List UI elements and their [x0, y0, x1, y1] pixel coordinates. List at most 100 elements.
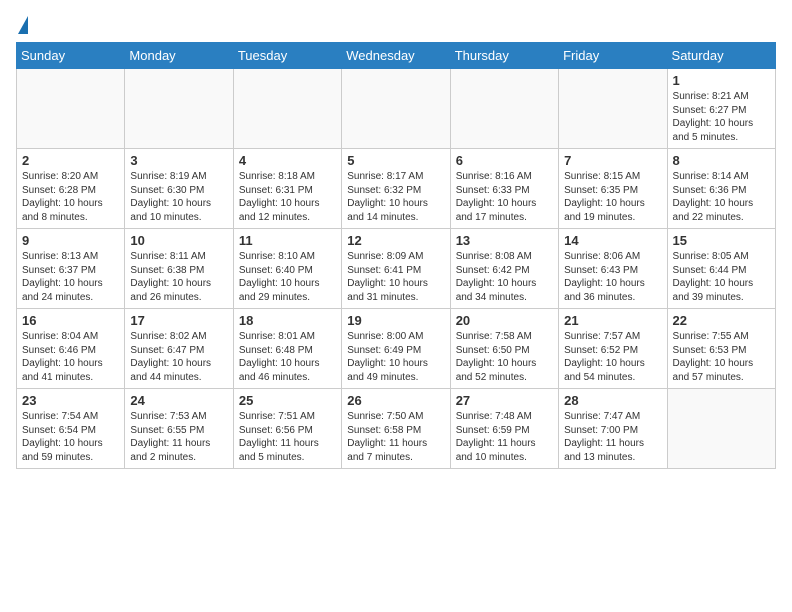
day-info: Sunrise: 8:19 AM Sunset: 6:30 PM Dayligh…: [130, 170, 227, 224]
calendar-day-cell: 11 Sunrise: 8:10 AM Sunset: 6:40 PM Dayli…: [233, 229, 341, 309]
calendar-day-cell: [342, 69, 450, 149]
day-info: Sunrise: 7:47 AM Sunset: 7:00 PM Dayligh…: [564, 410, 661, 464]
day-info: Sunrise: 8:10 AM Sunset: 6:40 PM Dayligh…: [239, 250, 336, 304]
calendar-week-row: 2 Sunrise: 8:20 AM Sunset: 6:28 PM Daylig…: [17, 149, 776, 229]
calendar-day-cell: [17, 69, 125, 149]
day-number: 6: [456, 153, 553, 168]
calendar-day-cell: 6 Sunrise: 8:16 AM Sunset: 6:33 PM Daylig…: [450, 149, 558, 229]
day-number: 14: [564, 233, 661, 248]
day-number: 18: [239, 313, 336, 328]
calendar-day-cell: 9Sunrise: 8:13 AM Sunset: 6:37 PM Daylig…: [17, 229, 125, 309]
day-info: Sunrise: 8:04 AM Sunset: 6:46 PM Dayligh…: [22, 330, 119, 384]
calendar-day-cell: 23 Sunrise: 7:54 AM Sunset: 6:54 PM Dayli…: [17, 389, 125, 469]
calendar-week-row: 23 Sunrise: 7:54 AM Sunset: 6:54 PM Dayli…: [17, 389, 776, 469]
day-info: Sunrise: 8:05 AM Sunset: 6:44 PM Dayligh…: [673, 250, 770, 304]
day-number: 13: [456, 233, 553, 248]
calendar-day-cell: 21 Sunrise: 7:57 AM Sunset: 6:52 PM Dayli…: [559, 309, 667, 389]
day-info: Sunrise: 7:48 AM Sunset: 6:59 PM Dayligh…: [456, 410, 553, 464]
calendar-day-cell: 27 Sunrise: 7:48 AM Sunset: 6:59 PM Dayli…: [450, 389, 558, 469]
day-number: 16: [22, 313, 119, 328]
day-number: 11: [239, 233, 336, 248]
calendar-day-cell: 3 Sunrise: 8:19 AM Sunset: 6:30 PM Daylig…: [125, 149, 233, 229]
day-number: 25: [239, 393, 336, 408]
day-number: 2: [22, 153, 119, 168]
day-number: 5: [347, 153, 444, 168]
calendar-week-row: 1 Sunrise: 8:21 AM Sunset: 6:27 PM Daylig…: [17, 69, 776, 149]
day-info: Sunrise: 7:54 AM Sunset: 6:54 PM Dayligh…: [22, 410, 119, 464]
calendar-day-cell: 4 Sunrise: 8:18 AM Sunset: 6:31 PM Daylig…: [233, 149, 341, 229]
calendar-day-cell: 24Sunrise: 7:53 AM Sunset: 6:55 PM Dayli…: [125, 389, 233, 469]
day-number: 20: [456, 313, 553, 328]
day-info: Sunrise: 8:15 AM Sunset: 6:35 PM Dayligh…: [564, 170, 661, 224]
day-info: Sunrise: 8:20 AM Sunset: 6:28 PM Dayligh…: [22, 170, 119, 224]
day-info: Sunrise: 8:21 AM Sunset: 6:27 PM Dayligh…: [673, 90, 770, 144]
day-number: 12: [347, 233, 444, 248]
day-info: Sunrise: 8:09 AM Sunset: 6:41 PM Dayligh…: [347, 250, 444, 304]
day-info: Sunrise: 8:16 AM Sunset: 6:33 PM Dayligh…: [456, 170, 553, 224]
calendar-day-cell: 10 Sunrise: 8:11 AM Sunset: 6:38 PM Dayli…: [125, 229, 233, 309]
day-info: Sunrise: 8:18 AM Sunset: 6:31 PM Dayligh…: [239, 170, 336, 224]
day-number: 28: [564, 393, 661, 408]
calendar-day-cell: [450, 69, 558, 149]
day-info: Sunrise: 7:53 AM Sunset: 6:55 PM Dayligh…: [130, 410, 227, 464]
calendar-day-header: Tuesday: [233, 43, 341, 69]
day-info: Sunrise: 7:55 AM Sunset: 6:53 PM Dayligh…: [673, 330, 770, 384]
day-number: 22: [673, 313, 770, 328]
day-number: 9: [22, 233, 119, 248]
calendar-day-header: Saturday: [667, 43, 775, 69]
calendar-day-header: Wednesday: [342, 43, 450, 69]
day-number: 27: [456, 393, 553, 408]
calendar-table: SundayMondayTuesdayWednesdayThursdayFrid…: [16, 42, 776, 469]
day-info: Sunrise: 7:58 AM Sunset: 6:50 PM Dayligh…: [456, 330, 553, 384]
day-info: Sunrise: 8:11 AM Sunset: 6:38 PM Dayligh…: [130, 250, 227, 304]
page-header: [16, 16, 776, 36]
day-number: 8: [673, 153, 770, 168]
calendar-day-cell: 7 Sunrise: 8:15 AM Sunset: 6:35 PM Daylig…: [559, 149, 667, 229]
day-number: 21: [564, 313, 661, 328]
calendar-day-cell: 1 Sunrise: 8:21 AM Sunset: 6:27 PM Daylig…: [667, 69, 775, 149]
calendar-day-cell: 26 Sunrise: 7:50 AM Sunset: 6:58 PM Dayli…: [342, 389, 450, 469]
calendar-day-cell: 19Sunrise: 8:00 AM Sunset: 6:49 PM Dayli…: [342, 309, 450, 389]
calendar-day-cell: [233, 69, 341, 149]
calendar-day-header: Monday: [125, 43, 233, 69]
calendar-day-cell: 2 Sunrise: 8:20 AM Sunset: 6:28 PM Daylig…: [17, 149, 125, 229]
day-info: Sunrise: 7:51 AM Sunset: 6:56 PM Dayligh…: [239, 410, 336, 464]
calendar-day-cell: [667, 389, 775, 469]
calendar-day-cell: 17Sunrise: 8:02 AM Sunset: 6:47 PM Dayli…: [125, 309, 233, 389]
calendar-day-cell: [125, 69, 233, 149]
calendar-day-cell: 15 Sunrise: 8:05 AM Sunset: 6:44 PM Dayli…: [667, 229, 775, 309]
calendar-day-cell: [559, 69, 667, 149]
calendar-day-cell: 28 Sunrise: 7:47 AM Sunset: 7:00 PM Dayli…: [559, 389, 667, 469]
calendar-week-row: 16 Sunrise: 8:04 AM Sunset: 6:46 PM Dayli…: [17, 309, 776, 389]
calendar-day-header: Thursday: [450, 43, 558, 69]
day-number: 1: [673, 73, 770, 88]
calendar-day-cell: 22 Sunrise: 7:55 AM Sunset: 6:53 PM Dayli…: [667, 309, 775, 389]
calendar-day-cell: 8Sunrise: 8:14 AM Sunset: 6:36 PM Daylig…: [667, 149, 775, 229]
logo: [16, 16, 28, 36]
day-info: Sunrise: 8:02 AM Sunset: 6:47 PM Dayligh…: [130, 330, 227, 384]
calendar-day-cell: 25 Sunrise: 7:51 AM Sunset: 6:56 PM Dayli…: [233, 389, 341, 469]
day-info: Sunrise: 8:17 AM Sunset: 6:32 PM Dayligh…: [347, 170, 444, 224]
day-number: 23: [22, 393, 119, 408]
calendar-day-header: Sunday: [17, 43, 125, 69]
day-number: 19: [347, 313, 444, 328]
calendar-day-cell: 14Sunrise: 8:06 AM Sunset: 6:43 PM Dayli…: [559, 229, 667, 309]
calendar-day-cell: 18 Sunrise: 8:01 AM Sunset: 6:48 PM Dayli…: [233, 309, 341, 389]
day-number: 26: [347, 393, 444, 408]
day-info: Sunrise: 8:08 AM Sunset: 6:42 PM Dayligh…: [456, 250, 553, 304]
day-number: 10: [130, 233, 227, 248]
logo-triangle-icon: [18, 16, 28, 34]
calendar-day-header: Friday: [559, 43, 667, 69]
day-info: Sunrise: 8:01 AM Sunset: 6:48 PM Dayligh…: [239, 330, 336, 384]
day-number: 3: [130, 153, 227, 168]
calendar-day-cell: 5 Sunrise: 8:17 AM Sunset: 6:32 PM Daylig…: [342, 149, 450, 229]
day-info: Sunrise: 7:57 AM Sunset: 6:52 PM Dayligh…: [564, 330, 661, 384]
calendar-day-cell: 20 Sunrise: 7:58 AM Sunset: 6:50 PM Dayli…: [450, 309, 558, 389]
calendar-day-cell: 12 Sunrise: 8:09 AM Sunset: 6:41 PM Dayli…: [342, 229, 450, 309]
day-info: Sunrise: 7:50 AM Sunset: 6:58 PM Dayligh…: [347, 410, 444, 464]
day-number: 15: [673, 233, 770, 248]
day-number: 4: [239, 153, 336, 168]
day-number: 7: [564, 153, 661, 168]
calendar-day-cell: 16 Sunrise: 8:04 AM Sunset: 6:46 PM Dayli…: [17, 309, 125, 389]
calendar-body: 1 Sunrise: 8:21 AM Sunset: 6:27 PM Daylig…: [17, 69, 776, 469]
